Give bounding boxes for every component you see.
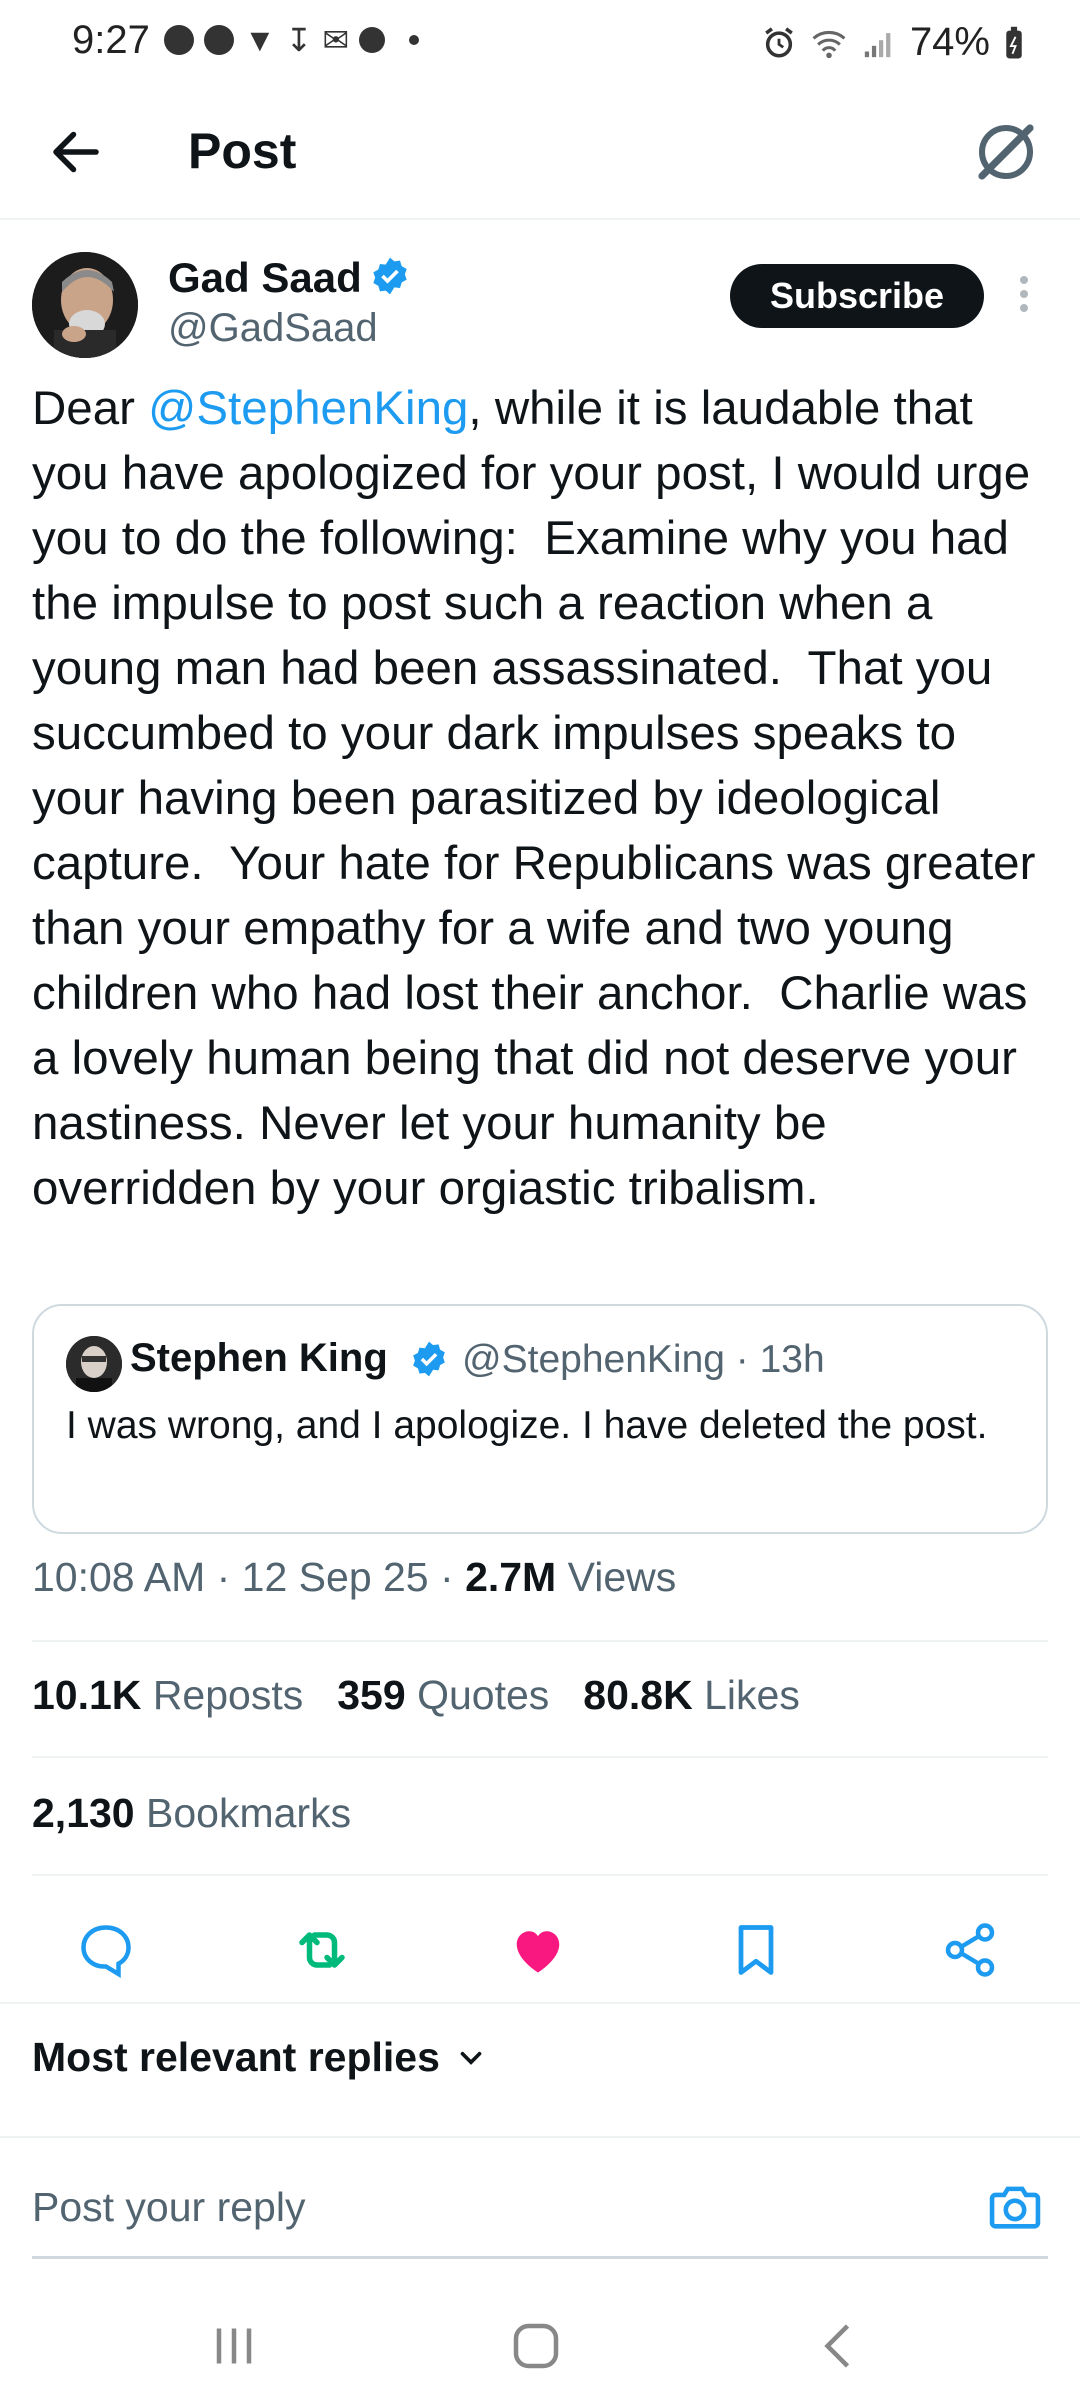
post-date: 12 Sep 25 [241, 1554, 429, 1600]
share-icon[interactable] [940, 1920, 1000, 1980]
quoted-author-avatar [66, 1336, 122, 1392]
likes-count: 80.8K [583, 1672, 693, 1718]
messenger-icon-2 [204, 25, 234, 55]
grok-icon[interactable] [970, 116, 1042, 188]
quoted-author-name: Stephen King [130, 1336, 388, 1380]
verified-badge-icon [413, 1341, 445, 1377]
views-label: Views [567, 1554, 677, 1600]
wifi-icon [812, 30, 846, 58]
status-time: 9:27 [72, 18, 150, 62]
bookmarks-stat[interactable]: 2,130 Bookmarks [32, 1790, 351, 1837]
reposts-label: Reposts [152, 1672, 304, 1718]
reply-input[interactable]: Post your reply [32, 2184, 305, 2231]
quoted-post-text: I was wrong, and I apologize. I have del… [66, 1404, 988, 1447]
reposts-stat[interactable]: 10.1K Reposts [32, 1672, 303, 1719]
notification-dot-icon [359, 27, 386, 53]
post-time: 10:08 AM [32, 1554, 206, 1600]
bookmarks-label: Bookmarks [146, 1790, 352, 1836]
more-options-icon[interactable] [1014, 272, 1034, 322]
heart-icon[interactable] [508, 1920, 568, 1980]
quotes-label: Quotes [417, 1672, 550, 1718]
replies-sort-dropdown[interactable]: Most relevant replies [32, 2034, 488, 2081]
likes-label: Likes [704, 1672, 800, 1718]
mention-link[interactable]: @StephenKing [148, 382, 468, 435]
divider [32, 1640, 1048, 1642]
author-name[interactable]: Gad Saad [168, 254, 362, 302]
divider [0, 2002, 1080, 2004]
gmail-icon: ✉ [322, 22, 350, 58]
subscribe-button[interactable]: Subscribe [730, 264, 984, 328]
v-app-icon: ▼ [244, 22, 276, 58]
battery-icon [1006, 26, 1022, 58]
camera-icon[interactable] [986, 2178, 1044, 2236]
divider [32, 1874, 1048, 1876]
system-nav-bar [0, 2292, 1080, 2400]
battery-percent: 74% [909, 20, 990, 64]
author-handle[interactable]: @GadSaad [168, 306, 378, 351]
engagement-stats: 10.1K Reposts 359 Quotes 80.8K Likes [32, 1672, 800, 1719]
repost-icon[interactable] [292, 1920, 352, 1980]
home-icon[interactable] [506, 2316, 566, 2376]
post-text: Dear @StephenKing, while it is laudable … [32, 376, 1052, 1221]
views-count: 2.7M [465, 1554, 557, 1600]
reply-icon[interactable] [76, 1920, 136, 1980]
quoted-post-card[interactable]: Stephen King @StephenKing · 13h I was wr… [32, 1304, 1048, 1534]
bookmarks-count: 2,130 [32, 1790, 135, 1836]
recent-apps-icon[interactable] [204, 2316, 264, 2376]
system-back-icon[interactable] [810, 2316, 870, 2376]
signal-icon [864, 32, 891, 57]
author-avatar[interactable] [32, 252, 138, 358]
quoted-handle-time: @StephenKing · 13h [462, 1338, 825, 1381]
bookmark-icon[interactable] [726, 1920, 786, 1980]
quotes-count: 359 [337, 1672, 406, 1718]
status-bar: 9:27 ▼ ↧ ✉ 74% [0, 0, 1080, 92]
action-bar [0, 1900, 1080, 2000]
divider [32, 1756, 1048, 1758]
reply-underline [32, 2256, 1048, 2259]
likes-stat[interactable]: 80.8K Likes [583, 1672, 800, 1719]
chevron-down-icon [460, 2051, 482, 2065]
page-title: Post [188, 123, 297, 179]
divider [0, 2136, 1080, 2138]
messenger-icon [164, 25, 194, 55]
quotes-stat[interactable]: 359 Quotes [337, 1672, 549, 1719]
back-arrow-icon[interactable] [46, 122, 106, 182]
replies-sort-label: Most relevant replies [32, 2034, 440, 2080]
alarm-icon [765, 26, 793, 58]
more-notifications-icon [409, 35, 420, 45]
system-icons: 74% [762, 20, 1024, 65]
post-text-body: , while it is laudable that you have apo… [32, 382, 1049, 1215]
download-icon: ↧ [285, 22, 313, 58]
post-timestamp: 10:08 AM · 12 Sep 25 · 2.7M Views [32, 1554, 677, 1600]
notification-icons: ▼ ↧ ✉ [164, 22, 420, 58]
reposts-count: 10.1K [32, 1672, 142, 1718]
post-text-prefix: Dear [32, 382, 149, 435]
verified-badge-icon [373, 257, 407, 295]
top-nav: Post [0, 92, 1080, 220]
